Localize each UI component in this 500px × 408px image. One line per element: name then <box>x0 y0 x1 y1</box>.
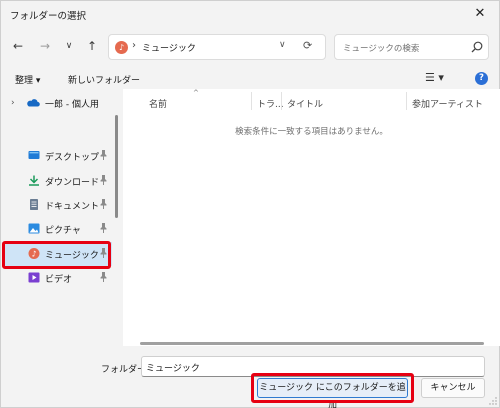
address-dropdown-icon[interactable]: ∨ <box>279 40 286 50</box>
folder-picker-dialog: フォルダーの選択 ✕ ← → ∨ ↑ ♪ › ミュージック ∨ ⟳ ミュージック… <box>0 0 500 408</box>
nav-item-downloads[interactable]: ダウンロード <box>2 169 112 193</box>
picture-icon <box>28 223 40 234</box>
pin-icon[interactable] <box>100 272 107 282</box>
empty-results-message: 検索条件に一致する項目はありません。 <box>235 127 388 137</box>
expand-chevron-icon[interactable]: › <box>11 98 15 108</box>
nav-item-label: ドキュメント <box>45 202 100 212</box>
column-header-name[interactable]: 名前 <box>149 97 167 110</box>
cancel-button[interactable]: キャンセル <box>421 378 485 398</box>
column-header-track[interactable]: トラ... <box>257 97 284 110</box>
nav-item-label: デスクトップ <box>45 153 100 163</box>
horizontal-scrollbar[interactable] <box>140 342 484 345</box>
nav-item-documents[interactable]: ドキュメント <box>2 193 112 217</box>
title-bar: フォルダーの選択 ✕ <box>1 1 499 29</box>
nav-item-label: ダウンロード <box>45 178 100 188</box>
document-icon <box>30 199 38 210</box>
refresh-icon[interactable]: ⟳ <box>303 39 312 52</box>
forward-arrow-icon[interactable]: → <box>36 37 54 55</box>
download-icon <box>29 175 39 186</box>
onedrive-cloud-icon <box>27 99 40 107</box>
folder-field-value[interactable]: ミュージック <box>146 361 200 374</box>
column-divider[interactable] <box>281 92 282 110</box>
address-bar[interactable]: ♪ › ミュージック ∨ ⟳ <box>108 34 326 60</box>
up-arrow-icon[interactable]: ↑ <box>83 37 101 55</box>
nav-item-label: ピクチャ <box>45 226 81 236</box>
desktop-icon <box>28 151 40 159</box>
search-input[interactable]: ミュージックの検索 <box>343 42 419 54</box>
annotation-highlight-box <box>2 241 111 269</box>
column-divider[interactable] <box>406 92 407 110</box>
sort-ascending-icon: ^ <box>193 89 199 97</box>
view-options-button[interactable]: ☰ ▾ <box>425 71 444 84</box>
breadcrumb-current[interactable]: ミュージック <box>142 41 196 54</box>
close-icon[interactable]: ✕ <box>471 5 489 23</box>
pin-icon[interactable] <box>100 223 107 233</box>
column-divider[interactable] <box>251 92 252 110</box>
help-icon[interactable]: ? <box>475 72 488 85</box>
column-header-title[interactable]: タイトル <box>287 97 323 110</box>
video-icon <box>28 272 40 283</box>
nav-item-label: ビデオ <box>45 275 73 285</box>
window-title: フォルダーの選択 <box>10 11 87 22</box>
pin-icon[interactable] <box>100 175 107 185</box>
back-arrow-icon[interactable]: ← <box>9 37 27 55</box>
resize-grip-icon[interactable] <box>489 397 497 405</box>
music-icon: ♪ <box>115 41 128 54</box>
nav-item-pictures[interactable]: ピクチャ <box>2 217 112 241</box>
navigation-scrollbar[interactable] <box>115 115 118 218</box>
recent-locations-chevron-icon[interactable]: ∨ <box>60 37 78 55</box>
nav-item-desktop[interactable]: デスクトップ <box>2 144 112 168</box>
new-folder-button[interactable]: 新しいフォルダー <box>68 73 140 86</box>
pin-icon[interactable] <box>100 199 107 209</box>
breadcrumb-separator-icon: › <box>132 40 136 51</box>
search-icon[interactable] <box>470 40 484 54</box>
annotation-highlight-box <box>251 373 414 403</box>
nav-item-videos[interactable]: ビデオ <box>2 266 112 290</box>
column-header-contributing-artists[interactable]: 参加アーティスト <box>412 97 483 110</box>
organize-menu-button[interactable]: 整理 ▾ <box>15 73 40 86</box>
nav-item-onedrive-label[interactable]: 一郎 - 個人用 <box>45 97 99 110</box>
search-box[interactable]: ミュージックの検索 <box>334 34 489 60</box>
pin-icon[interactable] <box>100 150 107 160</box>
